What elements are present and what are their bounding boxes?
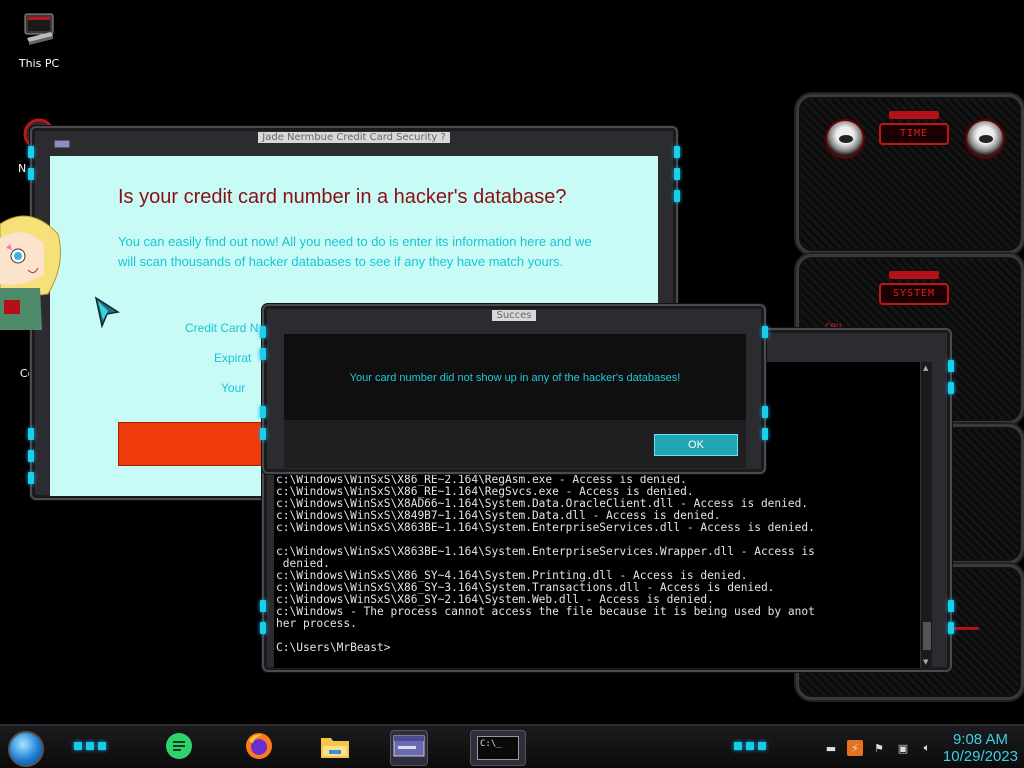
- taskbar-firefox[interactable]: [240, 730, 278, 766]
- frame-led: [28, 168, 34, 180]
- cartoon-character-sticker: [0, 204, 64, 330]
- desktop-icon-label: N: [18, 162, 27, 175]
- alien-head-icon: [825, 119, 865, 159]
- frame-led: [674, 190, 680, 202]
- frame-led: [260, 326, 266, 338]
- dialog-button-area: OK: [284, 420, 746, 468]
- start-button[interactable]: [8, 731, 44, 767]
- console-line: c:\Windows\WinSxS\X863BE~1.164\System.En…: [276, 521, 815, 534]
- taskbar-notes-app[interactable]: [160, 730, 198, 766]
- taskbar-led: [74, 742, 82, 750]
- computer-icon: [4, 10, 74, 53]
- ok-button[interactable]: OK: [654, 434, 738, 456]
- frame-led: [762, 428, 768, 440]
- window-menu-icon[interactable]: [54, 140, 70, 148]
- frame-led: [260, 348, 266, 360]
- frame-led: [948, 360, 954, 372]
- console-scrollbar[interactable]: ▲ ▼: [920, 362, 932, 668]
- command-prompt-icon: C:\_: [477, 736, 519, 760]
- scrollbar-thumb[interactable]: [923, 622, 931, 650]
- frame-led: [28, 146, 34, 158]
- window-title: Jade Nermbue Credit Card Security ?: [32, 132, 676, 143]
- mouse-cursor-icon: [94, 296, 121, 334]
- gadget-accent-bar: [889, 111, 939, 119]
- frame-led: [762, 326, 768, 338]
- your-info-label: Your: [221, 381, 246, 395]
- console-line: c:\Windows\WinSxS\X863BE~1.164\System.En…: [276, 545, 815, 558]
- time-gadget[interactable]: TIME: [796, 94, 1024, 254]
- notes-app-icon: [165, 732, 193, 764]
- console-line: c:\Windows - The process cannot access t…: [276, 605, 815, 618]
- network-icon[interactable]: ▣: [895, 740, 911, 756]
- frame-led: [260, 406, 266, 418]
- show-desktop-icon[interactable]: ▬: [823, 740, 839, 756]
- taskbar-led: [86, 742, 94, 750]
- gadget-accent-bar: [889, 271, 939, 279]
- console-line: C:\Users\MrBeast>: [276, 641, 391, 654]
- clock-date: 10/29/2023: [942, 748, 1018, 765]
- time-gadget-title: TIME: [879, 123, 949, 145]
- taskbar-credit-card-app[interactable]: [390, 730, 428, 766]
- frame-led: [28, 428, 34, 440]
- frame-led: [260, 622, 266, 634]
- scroll-down-icon[interactable]: ▼: [923, 658, 928, 666]
- scroll-up-icon[interactable]: ▲: [923, 364, 928, 372]
- dialog-title: Succes: [264, 310, 764, 321]
- card-number-label: Credit Card N: [185, 321, 259, 335]
- success-dialog[interactable]: Succes Your card number did not show up …: [260, 304, 768, 474]
- clock-time: 9:08 AM: [952, 731, 1008, 748]
- taskbar: C:\_ ▬ ⚡ ⚑ ▣ 🔈︎ 9:08 AM 10/29/2023: [0, 724, 1024, 768]
- system-tray: ▬ ⚡ ⚑ ▣ 🔈︎ 9:08 AM 10/29/2023: [823, 728, 1018, 768]
- taskbar-file-explorer[interactable]: [316, 730, 354, 766]
- dialog-message: Your card number did not show up in any …: [349, 372, 681, 384]
- frame-led: [674, 168, 680, 180]
- volume-icon[interactable]: 🔈︎: [919, 740, 935, 756]
- taskbar-led: [98, 742, 106, 750]
- desktop-icon-label: This PC: [18, 57, 60, 70]
- action-center-flag-icon[interactable]: ⚑: [871, 740, 887, 756]
- console-line: her process.: [276, 617, 357, 630]
- frame-led: [260, 600, 266, 612]
- system-gadget-title: SYSTEM: [879, 283, 949, 305]
- frame-led: [948, 622, 954, 634]
- taskbar-led: [734, 742, 742, 750]
- frame-led: [260, 428, 266, 440]
- file-explorer-icon: [319, 732, 351, 764]
- tray-app-icon[interactable]: ⚡: [846, 740, 863, 756]
- desktop-icon-this-pc[interactable]: This PC: [4, 10, 74, 70]
- taskbar-led: [758, 742, 766, 750]
- frame-led: [948, 382, 954, 394]
- taskbar-led: [746, 742, 754, 750]
- page-title: Is your credit card number in a hacker's…: [118, 186, 567, 208]
- frame-led: [28, 450, 34, 462]
- frame-led: [762, 406, 768, 418]
- description-text: You can easily find out now! All you nee…: [118, 234, 592, 269]
- alien-head-icon: [965, 119, 1005, 159]
- credit-card-app-icon: [393, 735, 425, 761]
- frame-led: [674, 146, 680, 158]
- expiration-label: Expirat: [214, 351, 252, 365]
- frame-led: [948, 600, 954, 612]
- dialog-message-area: Your card number did not show up in any …: [284, 334, 746, 420]
- frame-led: [28, 472, 34, 484]
- taskbar-command-prompt[interactable]: C:\_: [470, 730, 526, 766]
- scan-submit-button[interactable]: [118, 422, 278, 466]
- firefox-icon: [244, 731, 274, 765]
- taskbar-clock[interactable]: 9:08 AM 10/29/2023: [943, 731, 1018, 765]
